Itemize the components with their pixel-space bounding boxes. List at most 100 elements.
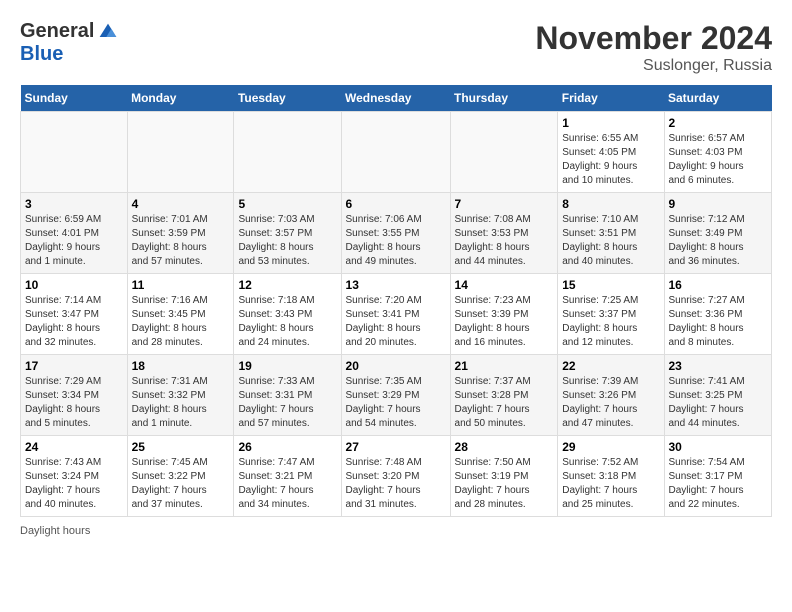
day-info: Sunrise: 7:12 AM Sunset: 3:49 PM Dayligh…	[669, 213, 768, 269]
calendar-cell: 8 Sunrise: 7:10 AM Sunset: 3:51 PM Daylig…	[558, 193, 664, 274]
day-number: 8	[562, 197, 659, 211]
day-number: 23	[669, 359, 768, 373]
calendar-cell: 26 Sunrise: 7:47 AM Sunset: 3:21 PM Dayli…	[234, 436, 341, 517]
logo-general-text: General	[20, 20, 94, 43]
day-info: Sunrise: 7:01 AM Sunset: 3:59 PM Dayligh…	[132, 213, 230, 269]
day-number: 3	[25, 197, 123, 211]
calendar-header-row: SundayMondayTuesdayWednesdayThursdayFrid…	[21, 85, 772, 112]
logo: General Blue	[20, 20, 118, 66]
day-info: Sunrise: 7:23 AM Sunset: 3:39 PM Dayligh…	[455, 294, 554, 350]
calendar-cell	[341, 112, 450, 193]
column-header-monday: Monday	[127, 85, 234, 112]
day-info: Sunrise: 6:55 AM Sunset: 4:05 PM Dayligh…	[562, 132, 659, 188]
day-number: 29	[562, 440, 659, 454]
calendar-cell: 15 Sunrise: 7:25 AM Sunset: 3:37 PM Dayli…	[558, 274, 664, 355]
calendar-cell: 21Sunrise: 7:37 AM Sunset: 3:28 PM Dayli…	[450, 355, 558, 436]
week-row-3: 17Sunrise: 7:29 AM Sunset: 3:34 PM Dayli…	[21, 355, 772, 436]
day-number: 15	[562, 278, 659, 292]
calendar-cell: 25 Sunrise: 7:45 AM Sunset: 3:22 PM Dayli…	[127, 436, 234, 517]
calendar-cell: 5 Sunrise: 7:03 AM Sunset: 3:57 PM Daylig…	[234, 193, 341, 274]
day-info: Sunrise: 7:48 AM Sunset: 3:20 PM Dayligh…	[346, 456, 446, 512]
calendar-cell: 23 Sunrise: 7:41 AM Sunset: 3:25 PM Dayli…	[664, 355, 772, 436]
day-info: Sunrise: 7:10 AM Sunset: 3:51 PM Dayligh…	[562, 213, 659, 269]
calendar-cell: 7 Sunrise: 7:08 AM Sunset: 3:53 PM Daylig…	[450, 193, 558, 274]
day-number: 12	[238, 278, 336, 292]
calendar-cell: 27 Sunrise: 7:48 AM Sunset: 3:20 PM Dayli…	[341, 436, 450, 517]
day-number: 21	[455, 359, 554, 373]
calendar-cell: 18Sunrise: 7:31 AM Sunset: 3:32 PM Dayli…	[127, 355, 234, 436]
calendar-cell: 19 Sunrise: 7:33 AM Sunset: 3:31 PM Dayli…	[234, 355, 341, 436]
day-number: 30	[669, 440, 768, 454]
day-info: Sunrise: 7:47 AM Sunset: 3:21 PM Dayligh…	[238, 456, 336, 512]
logo-icon	[98, 22, 118, 42]
day-info: Sunrise: 7:50 AM Sunset: 3:19 PM Dayligh…	[455, 456, 554, 512]
day-info: Sunrise: 6:59 AM Sunset: 4:01 PM Dayligh…	[25, 213, 123, 269]
calendar-cell: 13 Sunrise: 7:20 AM Sunset: 3:41 PM Dayli…	[341, 274, 450, 355]
week-row-4: 24 Sunrise: 7:43 AM Sunset: 3:24 PM Dayli…	[21, 436, 772, 517]
calendar-cell: 9 Sunrise: 7:12 AM Sunset: 3:49 PM Daylig…	[664, 193, 772, 274]
day-number: 2	[669, 116, 768, 130]
calendar-cell	[127, 112, 234, 193]
calendar-cell: 16 Sunrise: 7:27 AM Sunset: 3:36 PM Dayli…	[664, 274, 772, 355]
calendar-body: 1 Sunrise: 6:55 AM Sunset: 4:05 PM Daylig…	[21, 112, 772, 517]
calendar-cell: 12 Sunrise: 7:18 AM Sunset: 3:43 PM Dayli…	[234, 274, 341, 355]
day-number: 28	[455, 440, 554, 454]
day-number: 26	[238, 440, 336, 454]
day-number: 22	[562, 359, 659, 373]
calendar-cell: 2Sunrise: 6:57 AM Sunset: 4:03 PM Daylig…	[664, 112, 772, 193]
calendar-cell	[21, 112, 128, 193]
calendar-table: SundayMondayTuesdayWednesdayThursdayFrid…	[20, 85, 772, 517]
day-number: 10	[25, 278, 123, 292]
calendar-cell: 17Sunrise: 7:29 AM Sunset: 3:34 PM Dayli…	[21, 355, 128, 436]
calendar-cell: 11Sunrise: 7:16 AM Sunset: 3:45 PM Dayli…	[127, 274, 234, 355]
day-number: 27	[346, 440, 446, 454]
day-info: Sunrise: 7:52 AM Sunset: 3:18 PM Dayligh…	[562, 456, 659, 512]
day-info: Sunrise: 7:27 AM Sunset: 3:36 PM Dayligh…	[669, 294, 768, 350]
day-info: Sunrise: 7:14 AM Sunset: 3:47 PM Dayligh…	[25, 294, 123, 350]
day-number: 11	[132, 278, 230, 292]
day-number: 16	[669, 278, 768, 292]
day-number: 13	[346, 278, 446, 292]
day-number: 17	[25, 359, 123, 373]
calendar-cell: 6Sunrise: 7:06 AM Sunset: 3:55 PM Daylig…	[341, 193, 450, 274]
calendar-cell: 4 Sunrise: 7:01 AM Sunset: 3:59 PM Daylig…	[127, 193, 234, 274]
day-info: Sunrise: 7:18 AM Sunset: 3:43 PM Dayligh…	[238, 294, 336, 350]
footer-note: Daylight hours	[20, 525, 772, 537]
day-info: Sunrise: 7:45 AM Sunset: 3:22 PM Dayligh…	[132, 456, 230, 512]
column-header-tuesday: Tuesday	[234, 85, 341, 112]
day-info: Sunrise: 7:20 AM Sunset: 3:41 PM Dayligh…	[346, 294, 446, 350]
column-header-sunday: Sunday	[21, 85, 128, 112]
day-info: Sunrise: 7:08 AM Sunset: 3:53 PM Dayligh…	[455, 213, 554, 269]
column-header-thursday: Thursday	[450, 85, 558, 112]
day-info: Sunrise: 7:54 AM Sunset: 3:17 PM Dayligh…	[669, 456, 768, 512]
calendar-cell: 22 Sunrise: 7:39 AM Sunset: 3:26 PM Dayli…	[558, 355, 664, 436]
day-number: 4	[132, 197, 230, 211]
column-header-friday: Friday	[558, 85, 664, 112]
calendar-cell	[234, 112, 341, 193]
calendar-cell: 20Sunrise: 7:35 AM Sunset: 3:29 PM Dayli…	[341, 355, 450, 436]
location: Suslonger, Russia	[535, 57, 772, 75]
day-info: Sunrise: 7:06 AM Sunset: 3:55 PM Dayligh…	[346, 213, 446, 269]
week-row-2: 10 Sunrise: 7:14 AM Sunset: 3:47 PM Dayli…	[21, 274, 772, 355]
calendar-cell: 30 Sunrise: 7:54 AM Sunset: 3:17 PM Dayli…	[664, 436, 772, 517]
day-number: 9	[669, 197, 768, 211]
day-info: Sunrise: 7:33 AM Sunset: 3:31 PM Dayligh…	[238, 375, 336, 431]
day-info: Sunrise: 7:39 AM Sunset: 3:26 PM Dayligh…	[562, 375, 659, 431]
column-header-saturday: Saturday	[664, 85, 772, 112]
day-number: 24	[25, 440, 123, 454]
day-number: 14	[455, 278, 554, 292]
month-title: November 2024	[535, 20, 772, 57]
day-number: 5	[238, 197, 336, 211]
day-info: Sunrise: 7:03 AM Sunset: 3:57 PM Dayligh…	[238, 213, 336, 269]
column-header-wednesday: Wednesday	[341, 85, 450, 112]
day-number: 25	[132, 440, 230, 454]
week-row-0: 1 Sunrise: 6:55 AM Sunset: 4:05 PM Daylig…	[21, 112, 772, 193]
day-info: Sunrise: 7:41 AM Sunset: 3:25 PM Dayligh…	[669, 375, 768, 431]
day-number: 7	[455, 197, 554, 211]
calendar-cell: 14 Sunrise: 7:23 AM Sunset: 3:39 PM Dayli…	[450, 274, 558, 355]
day-number: 19	[238, 359, 336, 373]
day-info: Sunrise: 7:43 AM Sunset: 3:24 PM Dayligh…	[25, 456, 123, 512]
day-number: 20	[346, 359, 446, 373]
day-info: Sunrise: 7:25 AM Sunset: 3:37 PM Dayligh…	[562, 294, 659, 350]
day-number: 1	[562, 116, 659, 130]
